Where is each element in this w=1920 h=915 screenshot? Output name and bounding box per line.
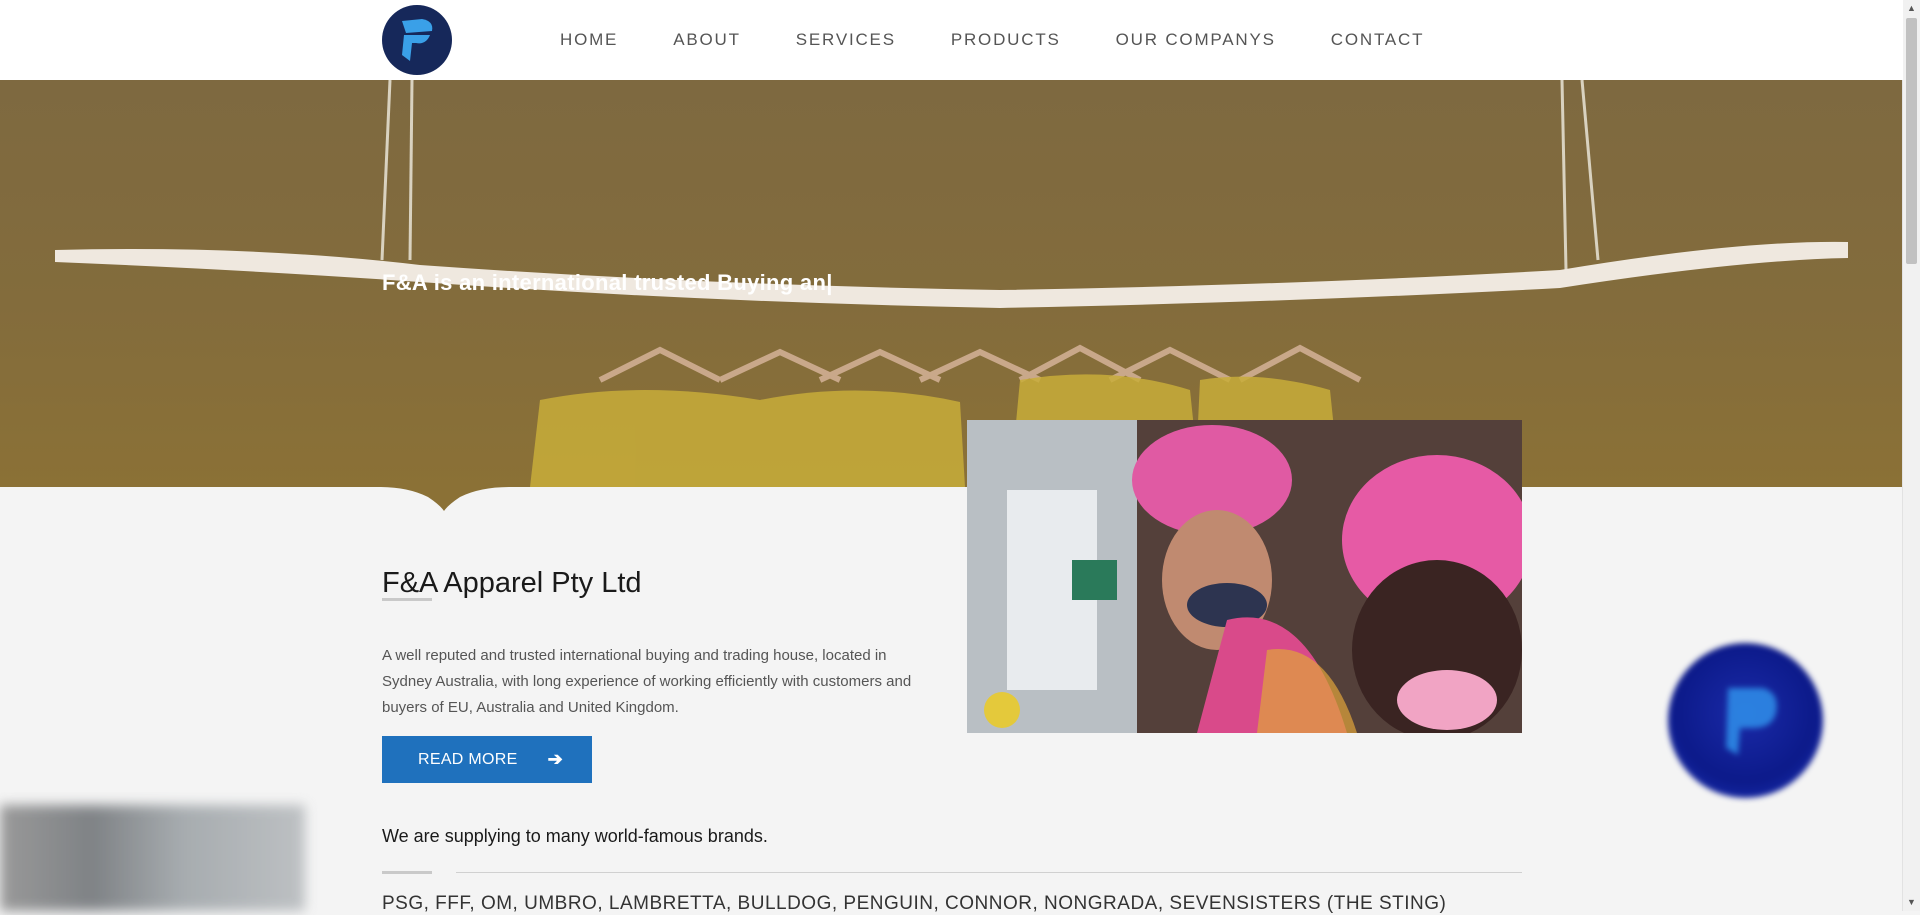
hero-bottom-notch bbox=[380, 487, 510, 511]
nav-our-companys[interactable]: OUR COMPANYS bbox=[1116, 30, 1276, 50]
nav-products[interactable]: PRODUCTS bbox=[951, 30, 1061, 50]
hero-banner: F&A is an international trusted Buying a… bbox=[0, 80, 1903, 487]
scroll-down-arrow-icon[interactable]: ▼ bbox=[1903, 894, 1920, 911]
scroll-thumb[interactable] bbox=[1906, 18, 1917, 264]
main-nav: HOME ABOUT SERVICES PRODUCTS OUR COMPANY… bbox=[560, 0, 1424, 80]
page-scrollbar[interactable]: ▲ ▼ bbox=[1902, 0, 1920, 911]
fa-logo-icon[interactable] bbox=[382, 5, 452, 75]
hero-typing-text: F&A is an international trusted Buying a… bbox=[382, 270, 833, 295]
workers-photo bbox=[967, 420, 1522, 733]
brands-divider-long bbox=[456, 872, 1522, 873]
brands-divider-short bbox=[382, 871, 432, 874]
nav-contact[interactable]: CONTACT bbox=[1331, 30, 1425, 50]
site-header: HOME ABOUT SERVICES PRODUCTS OUR COMPANY… bbox=[0, 0, 1903, 80]
nav-home[interactable]: HOME bbox=[560, 30, 618, 50]
arrow-right-icon: ➔ bbox=[547, 749, 563, 769]
brands-heading: We are supplying to many world-famous br… bbox=[382, 826, 768, 846]
blurred-thumbnail-image bbox=[0, 805, 305, 911]
title-divider bbox=[382, 598, 432, 601]
scroll-up-arrow-icon[interactable]: ▲ bbox=[1903, 0, 1920, 17]
company-description: A well reputed and trusted international… bbox=[382, 647, 912, 716]
nav-services[interactable]: SERVICES bbox=[796, 30, 896, 50]
read-more-button[interactable]: READ MORE ➔ bbox=[382, 736, 592, 783]
read-more-label: READ MORE bbox=[418, 750, 518, 768]
company-title: F&A Apparel Pty Ltd bbox=[382, 567, 642, 600]
nav-about[interactable]: ABOUT bbox=[673, 30, 741, 50]
brands-list: PSG, FFF, OM, UMBRO, LAMBRETTA, BULLDOG,… bbox=[382, 893, 1447, 914]
floating-logo-badge[interactable] bbox=[1668, 643, 1823, 798]
hero-background-illustration bbox=[55, 80, 1848, 487]
